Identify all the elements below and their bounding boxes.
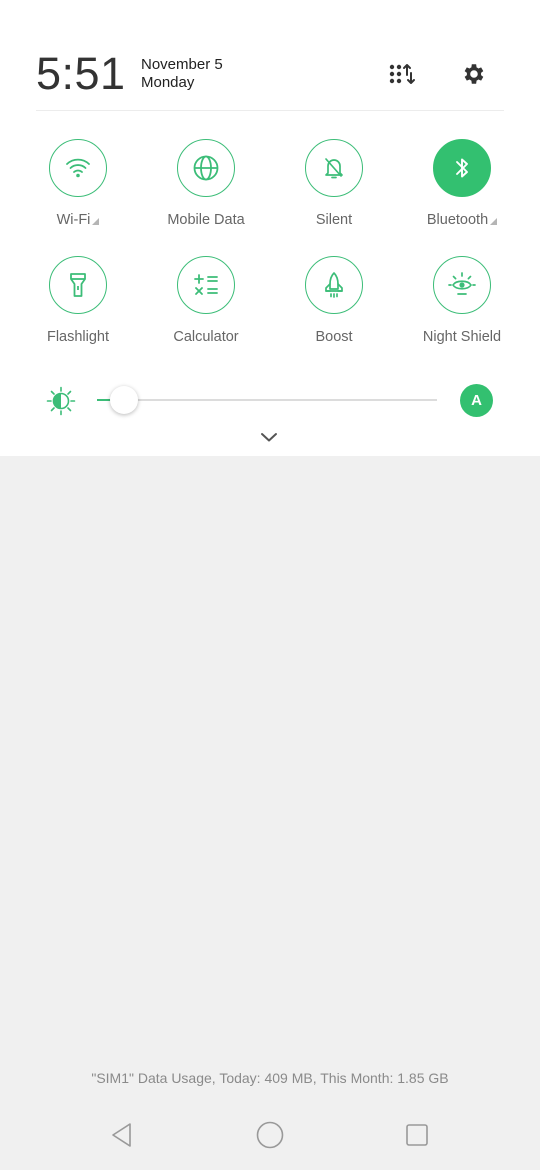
bluetooth-label-text: Bluetooth — [426, 212, 489, 228]
edit-tiles-icon[interactable] — [384, 56, 420, 92]
brightness-slider[interactable] — [97, 399, 437, 401]
weekday-text: Monday — [141, 74, 195, 91]
recents-icon[interactable] — [400, 1118, 434, 1152]
night-shield-toggle[interactable] — [433, 256, 491, 314]
tile-boost[interactable]: Boost — [270, 256, 398, 346]
date-block: November 5 Monday — [141, 56, 223, 92]
rocket-icon — [325, 272, 343, 298]
quick-tiles-grid: Wi-Fi Mobile Data Silent Bluetooth Flash… — [14, 139, 526, 346]
bluetooth-icon — [456, 158, 468, 178]
tile-label-bluetooth: Bluetooth — [426, 211, 498, 229]
back-icon[interactable] — [105, 1118, 139, 1152]
calculator-button[interactable] — [177, 256, 235, 314]
auto-brightness-button[interactable]: A — [460, 384, 493, 417]
flashlight-toggle[interactable] — [49, 256, 107, 314]
globe-icon — [193, 155, 219, 181]
calculator-icon — [194, 274, 218, 295]
tile-label-boost: Boost — [315, 329, 353, 345]
brightness-slider-thumb[interactable] — [110, 386, 139, 414]
tile-silent[interactable]: Silent — [270, 139, 398, 229]
navigation-bar — [0, 1110, 540, 1160]
tile-mobile-data[interactable]: Mobile Data — [142, 139, 270, 229]
header-divider — [36, 110, 504, 111]
clock: 5:51 — [36, 48, 126, 99]
wifi-label-text: Wi-Fi — [56, 212, 91, 228]
tile-calculator[interactable]: Calculator — [142, 256, 270, 346]
tile-wifi[interactable]: Wi-Fi — [14, 139, 142, 229]
bluetooth-toggle[interactable] — [433, 139, 491, 197]
tile-label-silent: Silent — [315, 212, 353, 228]
gear-icon[interactable] — [455, 56, 491, 92]
tile-label-night-shield: Night Shield — [422, 329, 502, 345]
boost-button[interactable] — [305, 256, 363, 314]
bell-off-icon — [325, 158, 343, 179]
mobile-data-toggle[interactable] — [177, 139, 235, 197]
eye-icon — [448, 272, 476, 295]
wifi-toggle[interactable] — [49, 139, 107, 197]
brightness-row: A — [0, 380, 540, 422]
tile-label-mobile-data: Mobile Data — [167, 212, 245, 228]
wifi-menu-caret — [92, 218, 100, 225]
tile-label-wifi: Wi-Fi — [57, 211, 100, 229]
tile-bluetooth[interactable]: Bluetooth — [398, 139, 526, 229]
brightness-icon — [46, 386, 76, 416]
data-usage-text: "SIM1" Data Usage, Today: 409 MB, This M… — [91, 1070, 449, 1086]
tile-label-flashlight: Flashlight — [46, 329, 110, 345]
tile-night-shield[interactable]: Night Shield — [398, 256, 526, 346]
bluetooth-menu-caret — [490, 218, 498, 225]
flashlight-icon — [70, 273, 86, 297]
home-icon[interactable] — [253, 1118, 287, 1152]
silent-toggle[interactable] — [305, 139, 363, 197]
wifi-icon — [66, 158, 90, 178]
tile-label-calculator: Calculator — [173, 329, 239, 345]
date-text: November 5 — [141, 56, 223, 73]
quick-settings-panel: 5:51 November 5 Monday Wi-Fi Mobile Data… — [0, 0, 540, 456]
tile-flashlight[interactable]: Flashlight — [14, 256, 142, 346]
chevron-down-icon[interactable] — [258, 428, 280, 446]
